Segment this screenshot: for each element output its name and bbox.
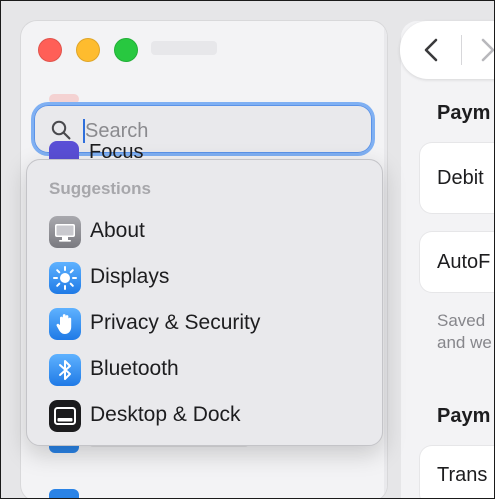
sidebar-item-icon — [49, 489, 79, 498]
card-autofill-label: AutoF — [437, 251, 491, 273]
back-chevron-icon[interactable] — [419, 37, 443, 63]
search-icon — [51, 120, 71, 140]
zoom-window-button[interactable] — [114, 38, 138, 62]
bluetooth-icon — [49, 354, 81, 386]
blurred-item-icon — [49, 94, 79, 104]
forward-chevron-icon[interactable] — [479, 37, 495, 63]
suggestion-bluetooth[interactable]: Bluetooth — [27, 346, 382, 392]
section-title-payments-2: Paym — [437, 405, 491, 427]
desktop-dock-icon — [49, 400, 81, 432]
suggestion-label: About — [90, 219, 145, 242]
sidebar-edge — [384, 21, 387, 498]
section-title-payments: Paym — [437, 102, 491, 124]
suggestion-about[interactable]: About — [27, 208, 382, 254]
close-window-button[interactable] — [38, 38, 62, 62]
suggestion-label: Desktop & Dock — [90, 403, 241, 426]
settings-window: Focus Paym Debit AutoF Saved and we Paym… — [0, 0, 495, 499]
suggestion-label: Privacy & Security — [90, 311, 261, 334]
card-debit-label: Debit — [437, 167, 484, 189]
privacy-hand-icon — [49, 308, 81, 340]
description-line: and we — [437, 333, 492, 352]
suggestion-desktop-dock[interactable]: Desktop & Dock — [27, 392, 382, 438]
suggestion-label: Displays — [90, 265, 170, 288]
about-display-icon — [49, 216, 81, 248]
suggestion-label: Bluetooth — [90, 357, 179, 380]
minimize-window-button[interactable] — [76, 38, 100, 62]
suggestions-heading: Suggestions — [49, 179, 152, 198]
displays-sun-icon — [49, 262, 81, 294]
blurred-account-title — [151, 41, 217, 55]
nav-divider — [461, 35, 462, 65]
description-line: Saved — [437, 311, 486, 330]
card-transactions-label: Trans — [437, 464, 488, 486]
suggestion-privacy-security[interactable]: Privacy & Security — [27, 300, 382, 346]
suggestion-displays[interactable]: Displays — [27, 254, 382, 300]
